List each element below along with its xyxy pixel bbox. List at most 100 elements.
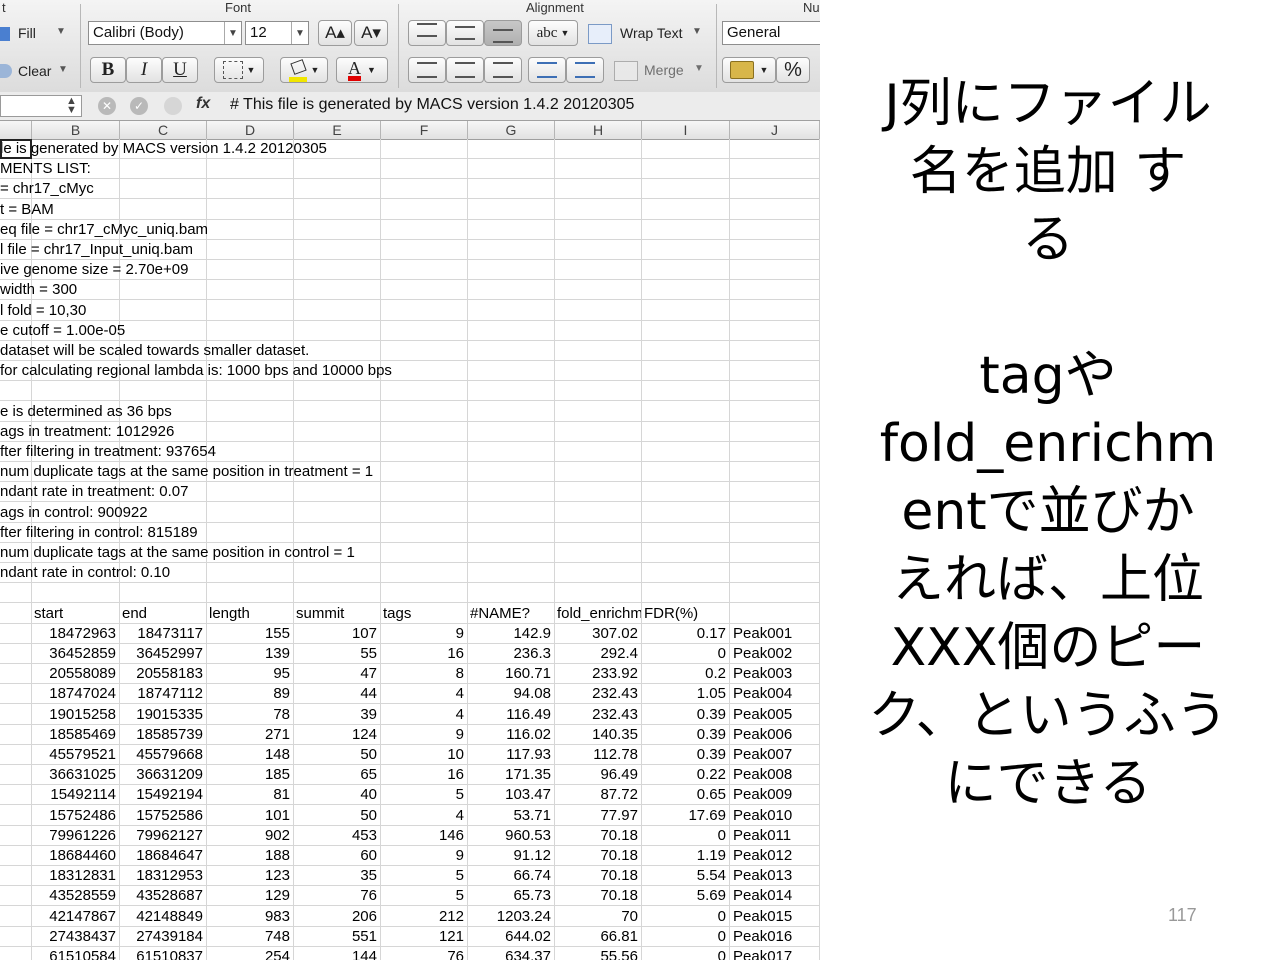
table-cell[interactable]: 103.47 — [468, 785, 551, 805]
cell-text[interactable]: ags in control: 900922 — [0, 503, 148, 523]
table-cell[interactable]: 307.02 — [555, 624, 638, 644]
table-cell[interactable]: Peak017 — [733, 947, 792, 960]
table-cell[interactable]: 19015258 — [32, 705, 116, 725]
table-cell[interactable]: 0 — [642, 644, 726, 664]
table-cell[interactable]: 18472963 — [32, 624, 116, 644]
sheet-row[interactable]: ags in control: 900922 — [0, 503, 820, 523]
table-cell[interactable]: 107 — [294, 624, 377, 644]
table-cell[interactable]: 0.2 — [642, 664, 726, 684]
table-cell[interactable]: 78 — [207, 705, 290, 725]
table-cell[interactable]: 116.49 — [468, 705, 551, 725]
table-cell[interactable]: 5.54 — [642, 866, 726, 886]
cell-text[interactable]: ive genome size = 2.70e+09 — [0, 260, 188, 280]
table-cell[interactable]: 0.39 — [642, 725, 726, 745]
table-cell[interactable]: 271 — [207, 725, 290, 745]
table-header-cell[interactable]: length — [209, 604, 293, 624]
sheet-row[interactable] — [0, 583, 820, 604]
column-header-f[interactable]: F — [381, 121, 468, 139]
table-cell[interactable]: 47 — [294, 664, 377, 684]
sheet-row[interactable]: e cutoff = 1.00e-05 — [0, 321, 820, 341]
table-cell[interactable]: 10 — [381, 745, 464, 765]
sheet-row[interactable]: dataset will be scaled towards smaller d… — [0, 341, 820, 361]
table-cell[interactable]: 233.92 — [555, 664, 638, 684]
column-header-a[interactable] — [0, 121, 32, 139]
table-cell[interactable]: 142.9 — [468, 624, 551, 644]
table-cell[interactable]: 61510837 — [120, 947, 203, 960]
cell-text[interactable]: ndant rate in control: 0.10 — [0, 563, 170, 583]
table-cell[interactable]: 5 — [381, 866, 464, 886]
table-cell[interactable]: 91.12 — [468, 846, 551, 866]
column-header-b[interactable]: B — [32, 121, 120, 139]
table-cell[interactable]: 0.39 — [642, 705, 726, 725]
table-row[interactable]: 43528559 43528687 129 76 5 65.73 70.18 5.69 Peak… — [0, 886, 820, 907]
table-cell[interactable]: 70.18 — [555, 866, 638, 886]
table-cell[interactable]: 40 — [294, 785, 377, 805]
cell-text[interactable]: t = BAM — [0, 200, 54, 220]
table-cell[interactable]: 212 — [381, 907, 464, 927]
clear-button[interactable]: Clear ▼ — [0, 60, 70, 84]
wrap-text-button[interactable]: Wrap Text ▼ — [586, 21, 708, 45]
fill-button[interactable]: Fill ▼ — [0, 22, 70, 46]
table-cell[interactable]: 5.69 — [642, 886, 726, 906]
table-header-cell[interactable]: tags — [383, 604, 467, 624]
insert-function-circle-icon[interactable] — [164, 97, 182, 115]
table-cell[interactable]: 9 — [381, 725, 464, 745]
table-cell[interactable]: 121 — [381, 927, 464, 947]
table-cell[interactable]: 53.71 — [468, 806, 551, 826]
table-cell[interactable]: Peak013 — [733, 866, 792, 886]
column-header-i[interactable]: I — [642, 121, 730, 139]
table-cell[interactable]: 9 — [381, 846, 464, 866]
table-cell[interactable]: 148 — [207, 745, 290, 765]
table-cell[interactable]: 96.49 — [555, 765, 638, 785]
sheet-row[interactable]: num duplicate tags at the same position … — [0, 543, 820, 563]
table-cell[interactable]: 65.73 — [468, 886, 551, 906]
cell-text[interactable]: for calculating regional lambda is: 1000… — [0, 361, 392, 381]
table-cell[interactable]: 4 — [381, 806, 464, 826]
table-row[interactable]: 19015258 19015335 78 39 4 116.49 232.43 0.39 Pea… — [0, 705, 820, 725]
align-top-button[interactable] — [408, 20, 446, 46]
font-name-select[interactable]: Calibri (Body) ▼ — [88, 21, 242, 45]
table-cell[interactable]: 232.43 — [555, 705, 638, 725]
table-cell[interactable]: 634.37 — [468, 947, 551, 960]
table-cell[interactable]: 0.22 — [642, 765, 726, 785]
column-header-e[interactable]: E — [294, 121, 381, 139]
percent-button[interactable]: % — [776, 57, 810, 83]
table-cell[interactable]: 0.39 — [642, 745, 726, 765]
confirm-icon[interactable]: ✓ — [130, 97, 148, 115]
table-cell[interactable]: 43528559 — [32, 886, 116, 906]
table-header-cell[interactable]: summit — [296, 604, 380, 624]
cell-text[interactable]: ndant rate in treatment: 0.07 — [0, 482, 188, 502]
table-row[interactable]: 45579521 45579668 148 50 10 117.93 112.78 0.39 P… — [0, 745, 820, 765]
cell-text[interactable]: num duplicate tags at the same position … — [0, 462, 373, 482]
table-header-cell[interactable]: #NAME? — [470, 604, 554, 624]
table-cell[interactable]: 0 — [642, 826, 726, 846]
table-cell[interactable]: 101 — [207, 806, 290, 826]
decrease-indent-button[interactable] — [528, 57, 566, 83]
table-cell[interactable]: 902 — [207, 826, 290, 846]
table-cell[interactable]: 206 — [294, 907, 377, 927]
table-header-cell[interactable]: end — [122, 604, 206, 624]
number-format-select[interactable]: General — [722, 21, 820, 45]
table-cell[interactable]: 42147867 — [32, 907, 116, 927]
table-cell[interactable]: 70.18 — [555, 846, 638, 866]
table-cell[interactable]: 453 — [294, 826, 377, 846]
column-header-c[interactable]: C — [120, 121, 207, 139]
table-cell[interactable]: 236.3 — [468, 644, 551, 664]
table-header-cell[interactable]: start — [34, 604, 119, 624]
table-cell[interactable]: 18312831 — [32, 866, 116, 886]
sheet-row[interactable]: ive genome size = 2.70e+09 — [0, 260, 820, 281]
cell-text[interactable]: dataset will be scaled towards smaller d… — [0, 341, 309, 361]
table-cell[interactable]: 5 — [381, 886, 464, 906]
table-cell[interactable]: 0 — [642, 907, 726, 927]
align-bottom-button[interactable] — [484, 20, 522, 46]
cell-text[interactable]: e cutoff = 1.00e-05 — [0, 321, 125, 341]
table-cell[interactable]: 35 — [294, 866, 377, 886]
table-header-cell[interactable]: FDR(%) — [644, 604, 729, 624]
table-cell[interactable]: 70.18 — [555, 886, 638, 906]
table-cell[interactable]: 27438437 — [32, 927, 116, 947]
spreadsheet-grid[interactable]: le is generated by MACS version 1.4.2 20… — [0, 139, 820, 960]
table-cell[interactable]: 45579668 — [120, 745, 203, 765]
cell-text[interactable]: = chr17_cMyc — [0, 179, 94, 199]
sheet-row[interactable]: ags in treatment: 1012926 — [0, 422, 820, 442]
table-cell[interactable]: 18473117 — [120, 624, 203, 644]
